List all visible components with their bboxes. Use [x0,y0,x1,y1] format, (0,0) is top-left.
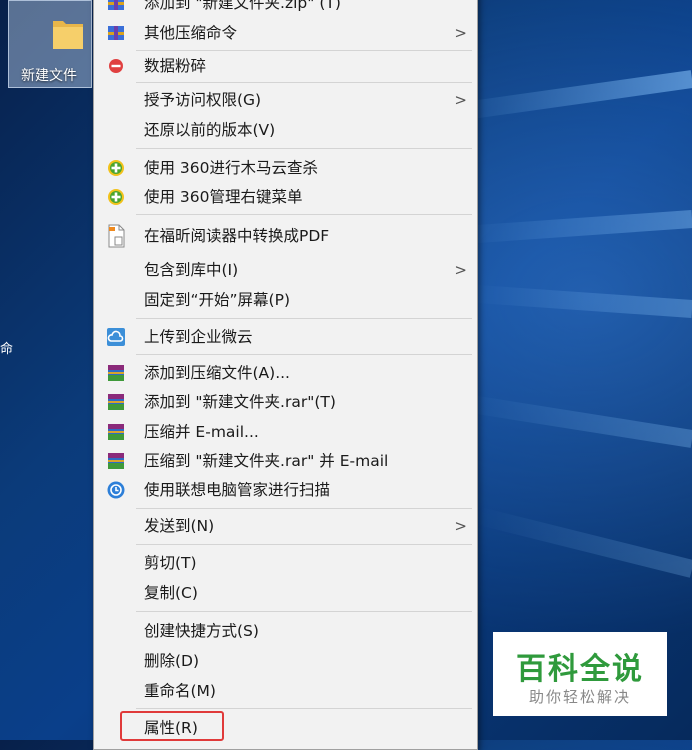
winrar-icon [108,365,124,381]
menu-item-label: 删除(D) [144,652,200,670]
menu-item-label: 剪切(T) [144,554,197,572]
wallpaper-beam [463,394,692,448]
menu-separator [136,354,472,355]
menu-item-compress-rar-email[interactable]: 压缩到 "新建文件夹.rar" 并 E-mail [94,446,477,476]
menu-separator [136,708,472,709]
chevron-right-icon: > [454,24,467,42]
menu-item-send-to[interactable]: 发送到(N) > [94,511,477,541]
menu-separator [136,544,472,545]
wallpaper-beam [453,70,692,122]
menu-item-label: 使用 360进行木马云查杀 [144,159,319,177]
menu-separator [136,318,472,319]
menu-item-label: 压缩并 E-mail... [144,423,259,441]
cloud-upload-icon [107,328,125,346]
menu-separator [136,148,472,149]
shred-icon [109,59,123,73]
menu-item-label: 其他压缩命令 [144,24,238,42]
context-menu: 添加到 "新建文件夹.zip" (T) 其他压缩命令 > 数据粉碎 授予访问权限… [93,0,478,750]
menu-item-label: 使用 360管理右键菜单 [144,188,303,206]
menu-item-label: 上传到企业微云 [144,328,253,346]
properties-highlight-box [120,711,224,741]
wallpaper-beam [471,284,692,318]
menu-item-label: 创建快捷方式(S) [144,622,259,640]
360-icon [108,160,124,176]
menu-item-manage-360[interactable]: 使用 360管理右键菜单 [94,182,477,212]
menu-item-restore-versions[interactable]: 还原以前的版本(V) [94,115,477,145]
menu-item-label: 复制(C) [144,584,198,602]
menu-item-label: 压缩到 "新建文件夹.rar" 并 E-mail [144,452,389,470]
menu-item-cut[interactable]: 剪切(T) [94,548,477,578]
menu-item-add-archive[interactable]: 添加到压缩文件(A)... [94,358,477,388]
winrar-zip-icon [108,26,124,40]
menu-item-create-shortcut[interactable]: 创建快捷方式(S) [94,616,477,646]
menu-item-copy[interactable]: 复制(C) [94,578,477,608]
menu-item-upload-weiyun[interactable]: 上传到企业微云 [94,322,477,352]
winrar-icon [108,424,124,440]
menu-item-label: 包含到库中(I) [144,261,239,279]
menu-item-label: 添加到 "新建文件夹.zip" (T) [144,0,341,12]
menu-item-label: 添加到压缩文件(A)... [144,364,290,382]
menu-item-delete[interactable]: 删除(D) [94,646,477,676]
winrar-icon [108,453,124,469]
wallpaper-beam [461,210,692,245]
menu-item-include-library[interactable]: 包含到库中(I) > [94,255,477,285]
menu-item-add-zip[interactable]: 添加到 "新建文件夹.zip" (T) [94,0,477,18]
folder-label: 新建文件 [21,68,77,84]
winrar-zip-icon [108,0,124,10]
menu-item-other-compress[interactable]: 其他压缩命令 > [94,18,477,48]
menu-separator [136,82,472,83]
pdf-document-icon [108,224,125,248]
menu-item-add-rar[interactable]: 添加到 "新建文件夹.rar"(T) [94,387,477,417]
watermark-logo: 百科全说 助你轻松解决 [493,632,667,716]
menu-item-label: 数据粉碎 [144,57,207,75]
menu-item-shred[interactable]: 数据粉碎 [94,51,477,81]
desktop-folder[interactable]: 新建文件 [8,0,92,88]
watermark-title: 百科全说 [516,652,644,687]
menu-item-grant-access[interactable]: 授予访问权限(G) > [94,85,477,115]
menu-item-label: 在福昕阅读器中转换成PDF [144,227,330,245]
menu-item-label: 发送到(N) [144,517,215,535]
watermark-subtitle: 助你轻松解决 [528,688,631,706]
chevron-right-icon: > [454,91,467,109]
chevron-right-icon: > [454,261,467,279]
menu-separator [136,214,472,215]
menu-separator [136,508,472,509]
desktop-edge-text: 命 [0,342,14,357]
360-icon [108,189,124,205]
menu-item-label: 添加到 "新建文件夹.rar"(T) [144,393,336,411]
lenovo-icon [107,481,125,499]
menu-separator [136,611,472,612]
menu-item-foxit-pdf[interactable]: 在福昕阅读器中转换成PDF [94,221,477,251]
menu-item-scan-360[interactable]: 使用 360进行木马云查杀 [94,153,477,183]
menu-item-label: 固定到“开始”屏幕(P) [144,291,291,309]
menu-item-label: 还原以前的版本(V) [144,121,276,139]
chevron-right-icon: > [454,517,467,535]
menu-item-compress-email[interactable]: 压缩并 E-mail... [94,417,477,447]
menu-item-pin-start[interactable]: 固定到“开始”屏幕(P) [94,285,477,315]
menu-item-label: 重命名(M) [144,682,216,700]
menu-item-label: 使用联想电脑管家进行扫描 [144,481,331,499]
menu-item-rename[interactable]: 重命名(M) [94,676,477,706]
winrar-icon [108,394,124,410]
menu-item-lenovo-scan[interactable]: 使用联想电脑管家进行扫描 [94,475,477,505]
menu-item-label: 授予访问权限(G) [144,91,262,109]
folder-icon [53,21,83,49]
wallpaper-beam [476,507,692,578]
